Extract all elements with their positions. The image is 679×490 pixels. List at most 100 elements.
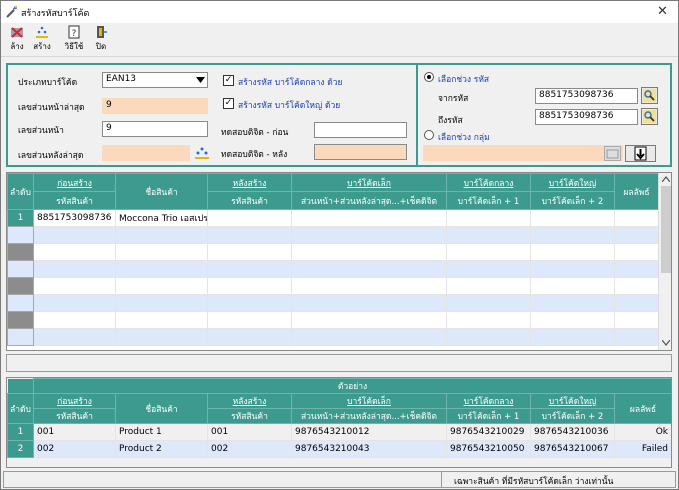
row-mid[interactable] [446,209,531,227]
generate-icon [36,26,48,38]
sample-row-number: 1 [7,423,34,441]
clear-icon [11,27,23,38]
chevron-up-icon[interactable] [662,176,670,182]
last-prefix-field: 9 [102,98,208,114]
row-big[interactable] [530,209,615,227]
search-icon [643,110,656,123]
last-prefix-label: เลขส่วนหน้าล่าสุด [18,103,85,113]
sample-col-result-header: ผลลัพธ์ [613,393,671,424]
range-panel: เลือกช่วง รหัส จากรหัส 8851753098736 ถึง… [416,63,672,167]
col-before-sub: รหัสสินค้า [33,191,116,210]
table-row[interactable] [7,294,659,312]
sample-row-mid: 9876543210029 [446,423,531,441]
big-barcode-checkbox[interactable]: ✓ [223,98,234,109]
barcode-type-label: ประเภทบาร์โค้ด [18,78,78,88]
sample-col-before-sub: รหัสสินค้า [33,408,116,424]
sample-row-code: 001 [33,423,116,441]
exit-icon [97,26,107,38]
arrow-down-icon [634,146,647,161]
test-before-label: ทดสอบติจิต - ก่อน [221,128,289,138]
to-code-search-button[interactable] [641,108,658,125]
settings-panel: ประเภทบาร์โค้ด EAN13 เลขส่วนหน้าล่าสุด 9… [6,63,419,167]
svg-text:?: ? [72,29,77,39]
close-icon[interactable]: ✕ [657,4,668,19]
sample-col-mid-sub: บาร์โค้ดเล็ก + 1 [446,408,531,424]
row-small[interactable] [291,209,447,227]
test-before-input[interactable] [314,122,407,138]
row-result[interactable] [614,209,659,227]
sample-row-after: 001 [207,423,292,441]
range-by-group-radio[interactable] [424,130,434,140]
sample-corner [7,378,34,394]
col-mid-sub: บาร์โค้ดเล็ก + 1 [446,191,531,210]
sample-row-mid: 9876543210050 [446,440,531,458]
clear-label: ล้าง [10,42,24,51]
group-browse-button[interactable] [604,146,621,161]
sample-col-after-sub: รหัสสินค้า [207,408,292,424]
sample-col-after-header: หลังสร้าง [207,393,292,409]
table-row[interactable] [7,311,659,329]
clear-button[interactable]: ล้าง [4,25,30,55]
row-name[interactable]: Moccona Trio เอสเปร [115,209,208,227]
sample-col-mid-header: บาร์โค้ดกลาง [446,393,531,409]
col-after-header: หลังสร้าง [207,173,292,192]
sample-row-big: 9876543210036 [530,423,615,441]
sample-row-small: 9876543210043 [291,440,447,458]
window-title: สร้างรหัสบาร์โค้ด [21,9,90,19]
sample-col-name-header: ชื่อสินค้า [115,393,208,424]
col-seq-header: ลำดับ [7,173,34,210]
table-row[interactable] [7,226,659,244]
app-icon [6,5,18,18]
main-grid[interactable]: ลำดับ ก่อนสร้าง ชื่อสินค้า หลังสร้าง บาร… [6,172,672,351]
from-code-input[interactable]: 8851753098736 [535,88,638,104]
download-button[interactable] [625,145,656,162]
sample-row-name: Product 2 [115,440,208,458]
vertical-scrollbar[interactable] [658,173,671,350]
table-row[interactable] [7,277,659,295]
sample-row-result: Ok [613,423,671,441]
help-icon: ? [68,25,80,39]
table-row[interactable] [7,260,659,278]
last-suffix-field [102,145,190,161]
table-row[interactable] [7,243,659,261]
barcode-type-value: EAN13 [106,74,137,84]
generate-button[interactable]: สร้าง [29,25,55,55]
col-big-sub: บาร์โค้ดเล็ก + 2 [530,191,615,210]
last-suffix-label: เลขส่วนหลังล่าสุด [18,151,84,161]
to-code-label: ถึงรหัส [438,116,463,126]
help-button[interactable]: ? วิธีใช้ [61,25,87,55]
sample-grid: ตัวอย่าง ลำดับ ก่อนสร้าง ชื่อสินค้า หลัง… [6,377,672,468]
from-code-search-button[interactable] [641,87,658,104]
range-by-code-radio[interactable] [424,72,434,82]
generate-icon[interactable] [194,145,210,161]
table-row[interactable]: 1 8851753098736 Moccona Trio เอสเปร [7,209,659,227]
to-code-input[interactable]: 8851753098736 [535,109,638,125]
status-bar-left [4,472,442,487]
row-code[interactable]: 8851753098736 [33,209,116,227]
row-number: 1 [7,209,34,227]
exit-button[interactable]: ปิด [88,25,114,55]
mid-barcode-checkbox[interactable]: ✓ [223,75,234,86]
test-after-label: ทดสอบติจิต - หลัง [221,150,288,160]
chevron-down-icon[interactable] [662,340,670,346]
scrollbar-thumb[interactable] [661,186,671,273]
generate-label: สร้าง [33,42,51,51]
status-note: เฉพาะสินค้า ที่มีรหัสบาร์โค้ดเล็ก ว่างเท… [454,477,614,487]
main-table: ลำดับ ก่อนสร้าง ชื่อสินค้า หลังสร้าง บาร… [7,173,659,346]
sample-row-result: Failed [613,440,671,458]
col-name-header: ชื่อสินค้า [115,173,208,210]
table-row[interactable] [7,328,659,346]
col-mid-header: บาร์โค้ดกลาง [446,173,531,192]
barcode-type-select[interactable]: EAN13 [102,72,208,88]
prefix-input[interactable]: 9 [102,121,208,137]
col-before-header: ก่อนสร้าง [33,173,116,192]
col-small-sub: ส่วนหน้า+ส่วนหลังล่าสุด...+เช็คดิจิต [291,191,447,210]
search-icon [643,89,656,102]
table-row: 2 002 Product 2 002 9876543210043 987654… [7,440,671,458]
sample-row-number: 2 [7,440,34,458]
sample-caption: ตัวอย่าง [32,378,671,394]
sample-row-big: 9876543210067 [530,440,615,458]
col-small-header: บาร์โค้ดเล็ก [291,173,447,192]
row-after[interactable] [207,209,292,227]
sample-col-small-header: บาร์โค้ดเล็ก [291,393,447,409]
